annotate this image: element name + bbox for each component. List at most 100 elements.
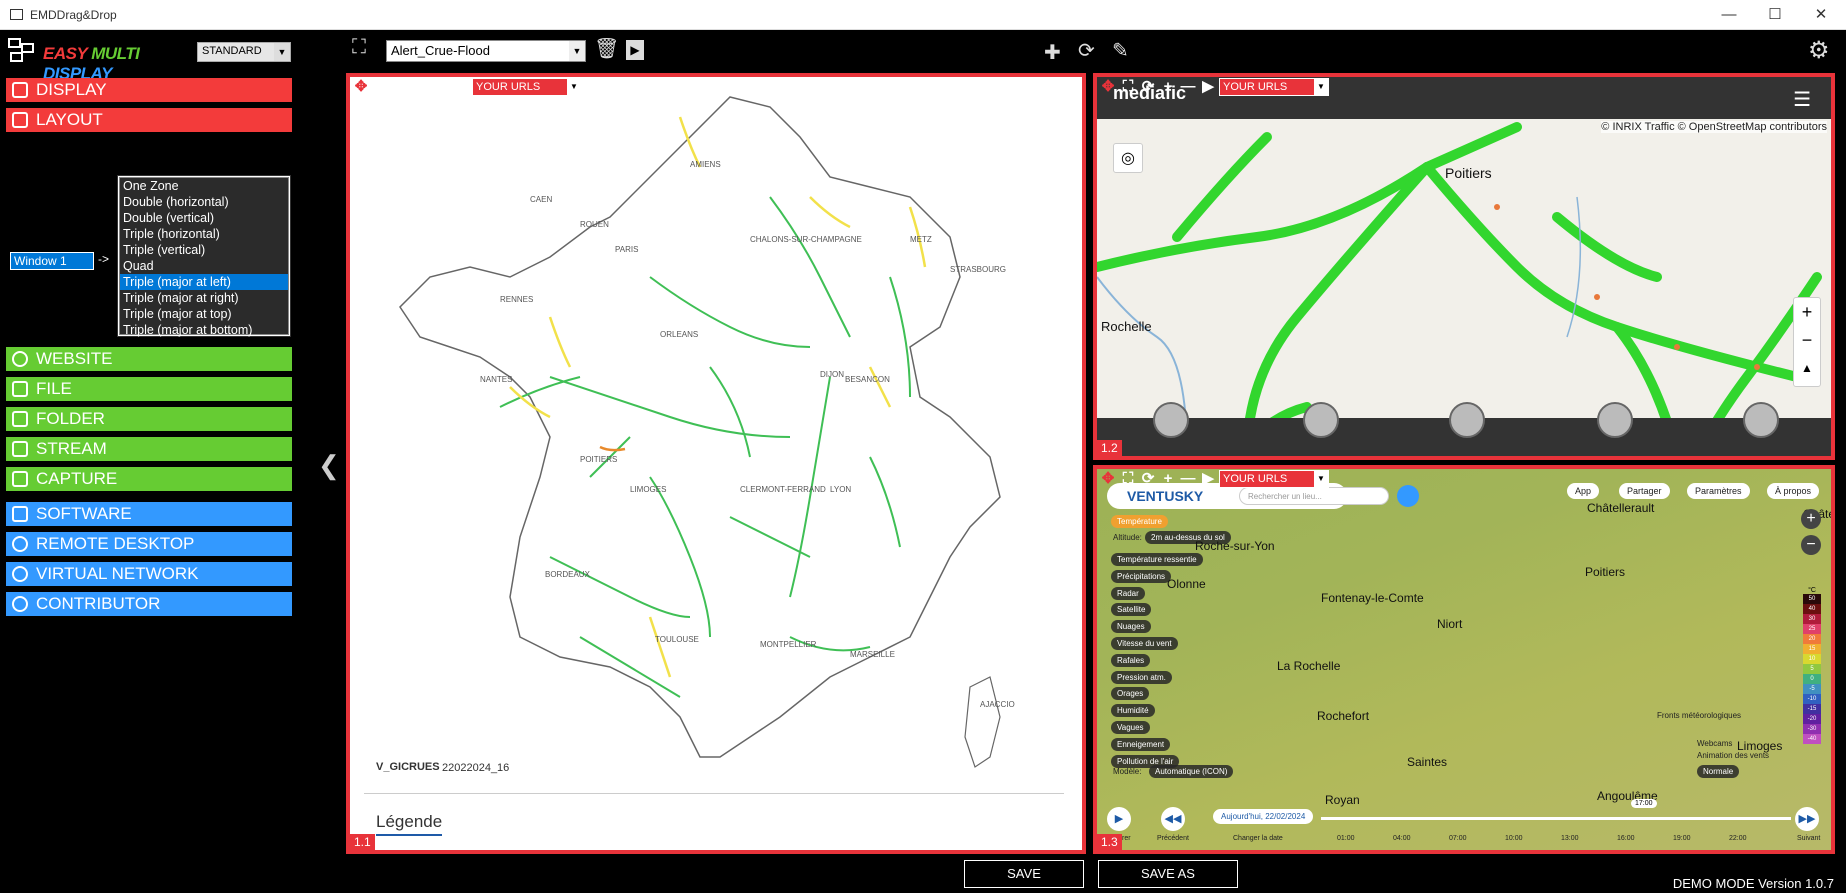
co2-icon[interactable] bbox=[1743, 402, 1779, 438]
layer-option[interactable]: Radar bbox=[1111, 586, 1145, 600]
layer-option[interactable]: Enneigement bbox=[1111, 737, 1171, 751]
refresh-icon[interactable]: ⟳ bbox=[392, 78, 410, 96]
window-select[interactable]: Window 1 bbox=[10, 252, 94, 270]
save-as-button[interactable]: SAVE AS bbox=[1098, 860, 1238, 888]
add-window-icon[interactable]: ✚ bbox=[1044, 40, 1061, 65]
collapse-sidebar-icon[interactable]: ❮ bbox=[318, 450, 340, 481]
settings-button[interactable]: Paramètres bbox=[1687, 483, 1750, 499]
gear-icon[interactable]: ⚙ bbox=[1808, 36, 1830, 65]
layer-option[interactable]: Orages bbox=[1111, 687, 1150, 701]
fullscreen-icon[interactable]: ⛶ bbox=[1119, 78, 1137, 96]
move-icon[interactable]: ✥ bbox=[1099, 470, 1117, 488]
layer-option[interactable]: Précipitations bbox=[1111, 569, 1172, 583]
layer-option[interactable]: Vitesse du vent bbox=[1111, 637, 1178, 650]
layout-option[interactable]: Triple (major at left) bbox=[120, 274, 288, 290]
zoom-in-icon[interactable]: + bbox=[1801, 509, 1821, 529]
url-select[interactable]: YOUR URLS ▼ bbox=[472, 78, 582, 96]
zoom-out-icon[interactable]: — bbox=[432, 78, 450, 96]
layer-option[interactable]: Satellite bbox=[1111, 603, 1152, 617]
move-icon[interactable]: ✥ bbox=[1099, 78, 1117, 96]
maximize-button[interactable]: ☐ bbox=[1752, 0, 1798, 30]
layout-option[interactable]: Triple (vertical) bbox=[120, 242, 288, 258]
previous-icon[interactable]: ◀◀ bbox=[1161, 807, 1185, 831]
save-button[interactable]: SAVE bbox=[964, 860, 1084, 888]
play-icon[interactable]: ▶ bbox=[626, 40, 644, 60]
play-icon[interactable]: ▶ bbox=[452, 78, 470, 96]
fronts-toggle[interactable]: Fronts météorologiques bbox=[1657, 711, 1741, 720]
layer-temperature[interactable]: Température bbox=[1111, 515, 1168, 528]
zoom-in-icon[interactable]: + bbox=[1794, 298, 1820, 326]
webcams-toggle[interactable]: Webcams bbox=[1697, 739, 1732, 748]
layer-option[interactable]: Pression atm. bbox=[1111, 670, 1172, 684]
refresh-icon[interactable]: ⟳ bbox=[1078, 38, 1095, 63]
fullscreen-icon[interactable]: ⛶ bbox=[352, 36, 366, 59]
layer-option[interactable]: Rafales bbox=[1111, 653, 1151, 667]
layout-option[interactable]: Double (horizontal) bbox=[120, 194, 288, 210]
zoom-out-icon[interactable]: — bbox=[1179, 470, 1197, 488]
close-button[interactable]: ✕ bbox=[1798, 0, 1844, 30]
compass-icon[interactable]: ▲ bbox=[1794, 354, 1820, 382]
menu-website[interactable]: WEBSITE bbox=[6, 347, 292, 371]
url-select[interactable]: YOUR URLS ▼ bbox=[1219, 78, 1329, 96]
traffic-icon[interactable] bbox=[1153, 402, 1189, 438]
menu-folder[interactable]: FOLDER bbox=[6, 407, 292, 431]
layout-option[interactable]: Triple (major at bottom) bbox=[120, 322, 288, 338]
menu-file[interactable]: FILE bbox=[6, 377, 292, 401]
layer-option[interactable]: Humidité bbox=[1111, 704, 1155, 718]
zone-1-1[interactable]: AMIENS ROUEN PARIS CHALONS-SUR-CHAMPAGNE… bbox=[346, 73, 1086, 854]
mode-select[interactable]: STANDARD ▼ bbox=[197, 42, 291, 62]
play-icon[interactable]: ▶ bbox=[1199, 470, 1217, 488]
timeline-track[interactable] bbox=[1321, 817, 1791, 820]
layout-option[interactable]: Quad bbox=[120, 258, 288, 274]
layout-option[interactable]: Triple (major at right) bbox=[120, 290, 288, 306]
menu-capture[interactable]: CAPTURE bbox=[6, 467, 292, 491]
location-arrow-icon[interactable] bbox=[1397, 485, 1419, 507]
layer-option[interactable]: Nuages bbox=[1111, 620, 1151, 634]
menu-remote-desktop[interactable]: REMOTE DESKTOP bbox=[6, 532, 292, 556]
model-select[interactable]: Automatique (ICON) bbox=[1149, 765, 1234, 778]
menu-contributor[interactable]: CONTRIBUTOR bbox=[6, 592, 292, 616]
compass-icon[interactable] bbox=[1449, 402, 1485, 438]
zoom-in-icon[interactable]: + bbox=[1159, 78, 1177, 96]
wind-animation-select[interactable]: Normale bbox=[1697, 765, 1740, 778]
menu-layout[interactable]: LAYOUT bbox=[6, 108, 292, 132]
menu-stream[interactable]: STREAM bbox=[6, 437, 292, 461]
fullscreen-icon[interactable]: ⛶ bbox=[1119, 470, 1137, 488]
eraser-icon[interactable]: ✎ bbox=[1112, 38, 1129, 63]
url-select[interactable]: YOUR URLS ▼ bbox=[1219, 470, 1329, 488]
share-button[interactable]: Partager bbox=[1619, 483, 1670, 499]
zone-1-2[interactable]: mediafic ☰ Poitiers Rochelle © INRIX Tra… bbox=[1093, 73, 1835, 460]
ventusky-search[interactable]: Rechercher un lieu... bbox=[1239, 487, 1389, 505]
zoom-out-icon[interactable]: − bbox=[1801, 535, 1821, 555]
play-icon[interactable]: ▶ bbox=[1199, 78, 1217, 96]
layout-list[interactable]: One Zone Double (horizontal) Double (verti… bbox=[117, 175, 291, 337]
preset-select[interactable]: Alert_Crue-Flood ▼ bbox=[386, 40, 586, 62]
app-button[interactable]: App bbox=[1567, 483, 1600, 499]
play-icon[interactable]: ▶ bbox=[1107, 807, 1131, 831]
menu-virtual-network[interactable]: VIRTUAL NETWORK bbox=[6, 562, 292, 586]
fullscreen-icon[interactable]: ⛶ bbox=[372, 78, 390, 96]
trash-icon[interactable]: 🗑 bbox=[594, 36, 619, 61]
layer-option[interactable]: Température ressentie bbox=[1111, 553, 1203, 566]
refresh-icon[interactable]: ⟳ bbox=[1139, 470, 1157, 488]
date-button[interactable]: Aujourd'hui, 22/02/2024 bbox=[1213, 809, 1314, 824]
weather-icon[interactable] bbox=[1597, 402, 1633, 438]
zoom-out-icon[interactable]: — bbox=[1179, 78, 1197, 96]
layout-option[interactable]: Double (vertical) bbox=[120, 210, 288, 226]
menu-display[interactable]: DISPLAY bbox=[6, 78, 292, 102]
zone-1-3[interactable]: VENTUSKY Rechercher un lieu... App Parta… bbox=[1093, 465, 1835, 854]
zoom-in-icon[interactable]: + bbox=[412, 78, 430, 96]
layout-option[interactable]: Triple (horizontal) bbox=[120, 226, 288, 242]
minimize-button[interactable]: — bbox=[1706, 0, 1752, 30]
move-icon[interactable]: ✥ bbox=[352, 78, 370, 96]
layout-option[interactable]: One Zone bbox=[120, 178, 288, 194]
menu-software[interactable]: SOFTWARE bbox=[6, 502, 292, 526]
layout-option[interactable]: Triple (major at top) bbox=[120, 306, 288, 322]
about-button[interactable]: À propos bbox=[1767, 483, 1820, 499]
layer-option[interactable]: Vagues bbox=[1111, 721, 1150, 734]
zoom-out-icon[interactable]: − bbox=[1794, 326, 1820, 354]
zoom-in-icon[interactable]: + bbox=[1159, 470, 1177, 488]
locate-icon[interactable]: ◎ bbox=[1113, 143, 1143, 173]
next-icon[interactable]: ▶▶ bbox=[1795, 807, 1819, 831]
road-icon[interactable] bbox=[1303, 402, 1339, 438]
